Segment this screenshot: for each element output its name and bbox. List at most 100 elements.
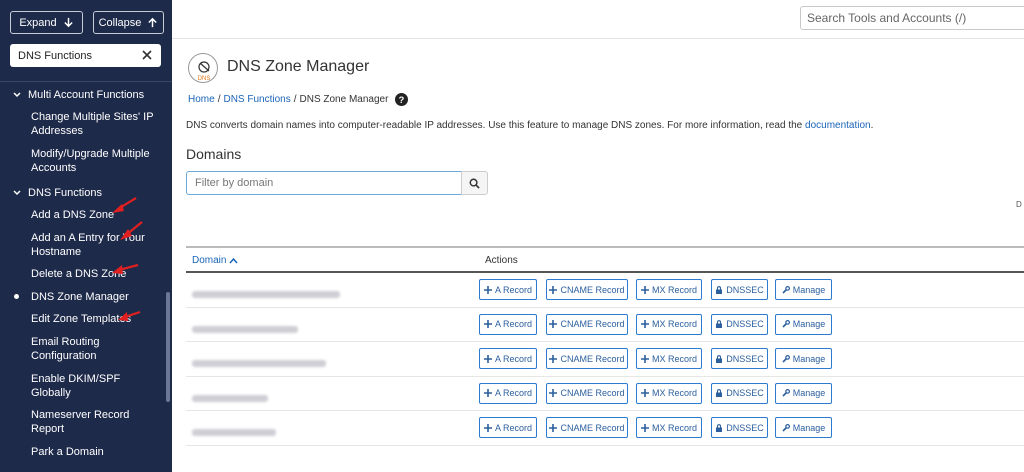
cut-off-label: D <box>1016 200 1022 209</box>
domain-cell-redacted <box>192 320 298 333</box>
svg-text:?: ? <box>399 95 405 105</box>
domain-filter-input[interactable]: Filter by domain <box>186 171 462 195</box>
lock-icon <box>716 424 723 432</box>
button-label: MX Record <box>651 353 697 364</box>
manage-button[interactable]: Manage <box>775 348 832 370</box>
mx-record-button[interactable]: MX Record <box>636 348 702 370</box>
breadcrumb-current: DNS Zone Manager <box>299 94 389 105</box>
cname-record-button[interactable]: CNAME Record <box>546 279 628 300</box>
close-icon[interactable] <box>139 47 155 63</box>
page-title: DNS Zone Manager <box>227 58 370 75</box>
mx-record-button[interactable]: MX Record <box>636 417 702 439</box>
plus-icon <box>549 285 558 294</box>
expand-button[interactable]: Expand <box>10 11 83 34</box>
a-record-button[interactable]: A Record <box>479 382 537 404</box>
table-header: Domain Actions <box>186 246 1024 273</box>
lock-icon <box>716 354 723 363</box>
page-description: DNS converts domain names into computer-… <box>186 120 873 131</box>
nav-item-change-ip[interactable]: Change Multiple Sites' IP Addresses <box>31 110 159 138</box>
help-icon[interactable]: ? <box>395 93 409 106</box>
table-row: A Record CNAME Record MX Record DNSSEC Manag… <box>186 411 1024 446</box>
breadcrumb-separator: / <box>293 94 297 105</box>
button-label: A Record <box>494 422 533 433</box>
collapse-button[interactable]: Collapse <box>93 11 164 34</box>
blurred-domain <box>192 429 276 437</box>
documentation-link[interactable]: documentation <box>805 120 871 131</box>
a-record-button[interactable]: A Record <box>479 417 537 439</box>
a-record-button[interactable]: A Record <box>479 348 537 370</box>
arrow-down-icon <box>63 17 73 28</box>
wrench-icon <box>782 389 790 397</box>
table-row: A Record CNAME Record MX Record DNSSEC Manag… <box>186 342 1024 377</box>
table-row: A Record CNAME Record MX Record DNSSEC Manag… <box>186 273 1024 308</box>
domain-column-header[interactable]: Domain <box>192 255 239 266</box>
plus-icon <box>640 320 649 329</box>
mx-record-button[interactable]: MX Record <box>636 313 702 335</box>
a-record-button[interactable]: A Record <box>479 279 537 300</box>
sort-up-icon <box>229 257 239 264</box>
breadcrumb-home[interactable]: Home <box>188 94 215 105</box>
button-label: MX Record <box>651 319 697 330</box>
plus-icon <box>640 389 649 398</box>
sidebar-search-input[interactable]: DNS Functions <box>10 44 161 67</box>
button-label: CNAME Record <box>560 319 625 330</box>
annotation-arrow-icon <box>112 197 137 213</box>
nav-item-modify-upgrade[interactable]: Modify/Upgrade Multiple Accounts <box>31 147 159 175</box>
domain-cell-redacted <box>192 423 276 437</box>
cname-record-button[interactable]: CNAME Record <box>546 348 628 370</box>
nav-group-dns-functions[interactable]: DNS Functions <box>12 187 102 199</box>
mx-record-button[interactable]: MX Record <box>636 382 702 404</box>
sidebar-scrollbar[interactable] <box>166 292 170 402</box>
mx-record-button[interactable]: MX Record <box>636 279 702 300</box>
button-label: CNAME Record <box>560 422 625 433</box>
dns-logo-text: DNS <box>198 76 211 82</box>
plus-icon <box>640 354 649 363</box>
dnssec-button[interactable]: DNSSEC <box>711 348 768 370</box>
nav-item-email-routing[interactable]: Email Routing Configuration <box>31 335 159 363</box>
nav-item-enable-dkim-spf[interactable]: Enable DKIM/SPF Globally <box>31 372 159 400</box>
breadcrumb-dns-functions[interactable]: DNS Functions <box>223 94 290 105</box>
lock-icon <box>716 285 723 294</box>
table-row: A Record CNAME Record MX Record DNSSEC Manag… <box>186 377 1024 412</box>
manage-button[interactable]: Manage <box>775 382 832 404</box>
cname-record-button[interactable]: CNAME Record <box>546 313 628 335</box>
a-record-button[interactable]: A Record <box>479 313 537 335</box>
plus-icon <box>483 285 492 294</box>
wrench-icon <box>782 423 790 432</box>
lock-icon <box>716 320 723 329</box>
button-label: A Record <box>494 319 533 330</box>
manage-button[interactable]: Manage <box>775 313 832 335</box>
nav-item-park-domain[interactable]: Park a Domain <box>31 445 159 459</box>
nav-group-multi-account[interactable]: Multi Account Functions <box>12 89 144 101</box>
domains-heading: Domains <box>186 146 242 162</box>
dnssec-button[interactable]: DNSSEC <box>711 313 768 335</box>
plus-icon <box>549 389 558 398</box>
dnssec-button[interactable]: DNSSEC <box>711 279 768 300</box>
blurred-domain <box>192 291 340 298</box>
manage-button[interactable]: Manage <box>775 417 832 439</box>
expand-label: Expand <box>19 16 57 29</box>
cname-record-button[interactable]: CNAME Record <box>546 382 628 404</box>
nav-item-dns-zone-manager[interactable]: DNS Zone Manager <box>31 290 159 304</box>
annotation-arrow-icon <box>118 310 141 321</box>
button-label: Manage <box>792 353 826 364</box>
global-search-input[interactable]: Search Tools and Accounts (/) <box>800 6 1024 30</box>
plus-icon <box>640 285 649 294</box>
search-button[interactable] <box>461 171 488 195</box>
lock-icon <box>716 389 723 398</box>
plus-icon <box>483 354 492 363</box>
button-label: DNSSEC <box>726 319 764 330</box>
manage-button[interactable]: Manage <box>775 279 832 300</box>
dnssec-button[interactable]: DNSSEC <box>711 382 768 404</box>
button-label: CNAME Record <box>560 388 625 399</box>
description-text: DNS converts domain names into computer-… <box>186 120 806 131</box>
nav-item-nameserver-report[interactable]: Nameserver Record Report <box>31 408 159 436</box>
cname-record-button[interactable]: CNAME Record <box>546 417 628 439</box>
plus-icon <box>549 320 558 329</box>
dnssec-button[interactable]: DNSSEC <box>711 417 768 439</box>
breadcrumb-separator: / <box>217 94 221 105</box>
button-label: Manage <box>792 319 826 330</box>
annotation-arrow-icon <box>112 263 139 274</box>
sidebar: Expand Collapse DNS Functions Multi Acco… <box>0 0 172 472</box>
button-label: Manage <box>792 284 826 295</box>
